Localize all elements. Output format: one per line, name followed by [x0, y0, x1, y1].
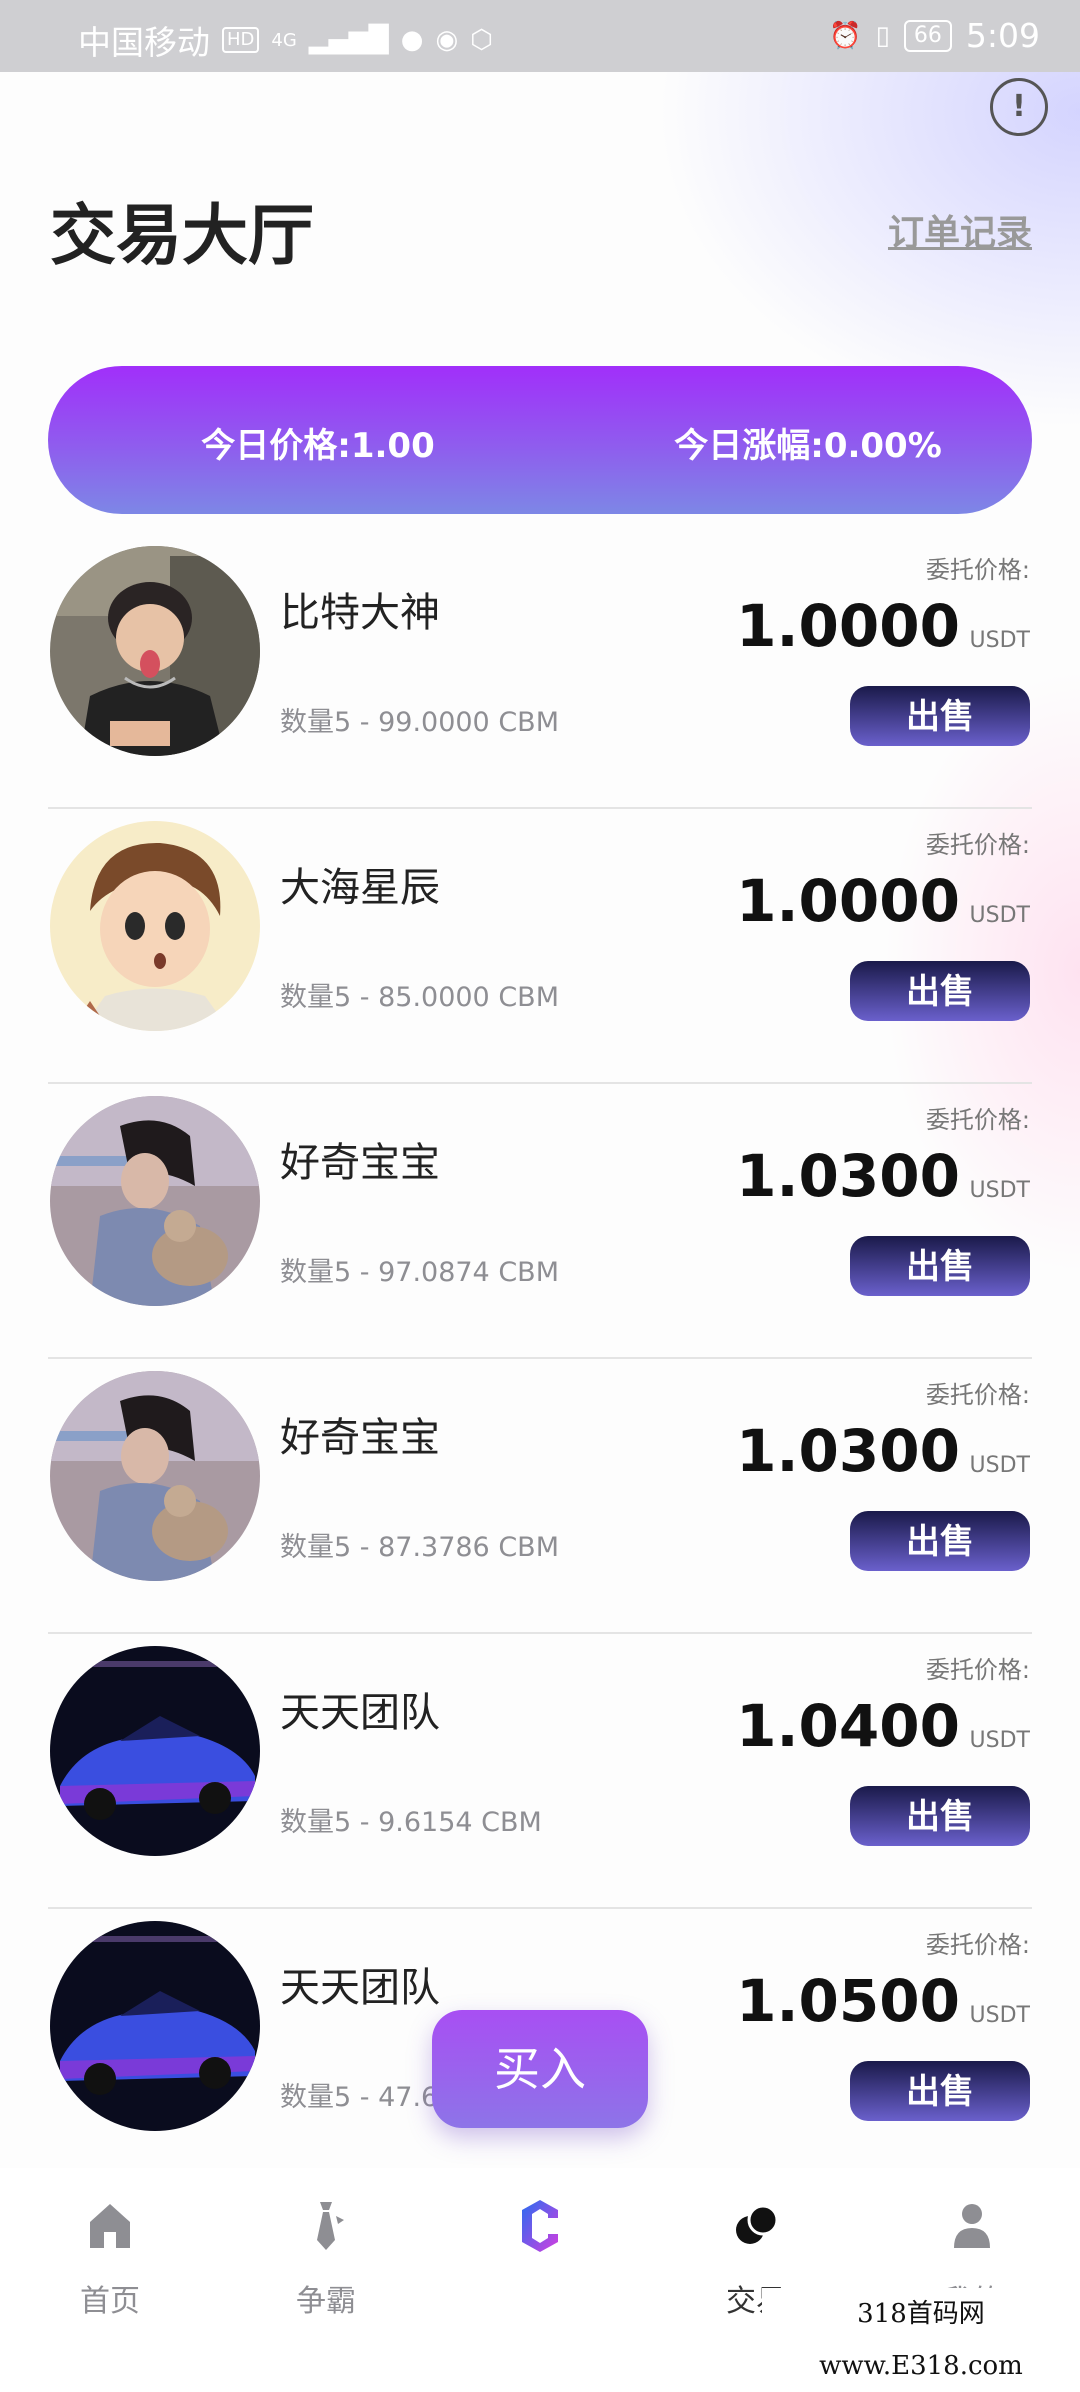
order-quantity: 数量5 - 47.61: [280, 2082, 456, 2113]
sell-button[interactable]: 出售: [850, 1236, 1030, 1296]
list-item: 大海星辰 数量5 - 85.0000 CBM 委托价格: 1.0000 USDT…: [48, 809, 1032, 1084]
order-quantity: 数量5 - 99.0000 CBM: [280, 707, 559, 738]
sell-button[interactable]: 出售: [850, 961, 1030, 1021]
avatar: [50, 1646, 260, 1856]
price-value: 1.0000: [736, 592, 960, 660]
price-label: 委托价格:: [925, 1931, 1030, 1959]
price-value: 1.0300: [736, 1142, 960, 1210]
today-price: 今日价格:1.00: [201, 426, 435, 466]
sell-button[interactable]: 出售: [850, 1511, 1030, 1571]
page-title: 交易大厅: [50, 197, 314, 274]
order-quantity: 数量5 - 9.6154 CBM: [280, 1807, 542, 1838]
alarm-icon: ⏰: [829, 20, 862, 51]
price-value: 1.0000: [736, 867, 960, 935]
price-unit: USDT: [969, 628, 1030, 653]
order-records-link[interactable]: 订单记录: [888, 204, 1032, 256]
order-list: 比特大神 数量5 - 99.0000 CBM 委托价格: 1.0000 USDT…: [48, 534, 1032, 2182]
price-label: 委托价格:: [925, 831, 1030, 859]
coins-icon: [736, 2204, 779, 2244]
wechat-icon: ◉: [435, 25, 459, 55]
list-item: 天天团队 数量5 - 9.6154 CBM 委托价格: 1.0400 USDT …: [48, 1634, 1032, 1909]
sell-button[interactable]: 出售: [850, 1786, 1030, 1846]
avatar: [50, 546, 260, 756]
price-unit: USDT: [969, 903, 1030, 928]
avatar: [50, 1371, 260, 1581]
trader-name: 好奇宝宝: [280, 1140, 440, 1186]
trader-name: 比特大神: [280, 590, 440, 636]
qq-icon: ●: [400, 25, 424, 55]
tie-icon: [317, 2202, 344, 2250]
buy-button[interactable]: 买入: [432, 2010, 648, 2128]
tab-logo[interactable]: [432, 2168, 648, 2340]
carrier-label: 中国移动: [78, 23, 210, 62]
avatar: [50, 1921, 260, 2131]
trader-name: 天天团队: [280, 1965, 440, 2011]
tab-home[interactable]: 首页: [2, 2168, 218, 2340]
home-icon: [90, 2204, 130, 2248]
price-value: 1.0400: [736, 1692, 960, 1760]
tab-contest[interactable]: 争霸: [218, 2168, 434, 2340]
trader-name: 好奇宝宝: [280, 1415, 440, 1461]
list-item: 好奇宝宝 数量5 - 87.3786 CBM 委托价格: 1.0300 USDT…: [48, 1359, 1032, 1634]
trader-name: 天天团队: [280, 1690, 440, 1736]
sell-button[interactable]: 出售: [850, 686, 1030, 746]
hd-badge: HD: [222, 27, 260, 53]
tab-label: 首页: [80, 2284, 140, 2319]
sell-button[interactable]: 出售: [850, 2061, 1030, 2121]
price-unit: USDT: [969, 2003, 1030, 2028]
list-item: 比特大神 数量5 - 99.0000 CBM 委托价格: 1.0000 USDT…: [48, 534, 1032, 809]
price-label: 委托价格:: [925, 1106, 1030, 1134]
battery-indicator: 66: [903, 19, 952, 52]
signal-icon: ▂▄▆█: [308, 25, 389, 55]
status-bar: 中国移动 HD 4G ▂▄▆█ ● ◉ ⬡ ⏰ ▯ 66 5:09: [0, 0, 1080, 72]
network-label: 4G: [271, 29, 297, 51]
price-unit: USDT: [969, 1453, 1030, 1478]
site-watermark: 318首码网 www.E318.com: [762, 2288, 1080, 2381]
price-label: 委托价格:: [925, 1381, 1030, 1409]
price-label: 委托价格:: [925, 1656, 1030, 1684]
price-unit: USDT: [969, 1178, 1030, 1203]
shield-icon: ⬡: [470, 25, 493, 55]
tab-label: 争霸: [296, 2284, 356, 2319]
vibrate-icon: ▯: [875, 20, 890, 51]
order-quantity: 数量5 - 85.0000 CBM: [280, 982, 559, 1013]
price-unit: USDT: [969, 1728, 1030, 1753]
info-icon[interactable]: !: [990, 78, 1048, 136]
avatar: [50, 821, 260, 1031]
price-label: 委托价格:: [925, 556, 1030, 584]
trader-name: 大海星辰: [280, 865, 440, 911]
today-change: 今日涨幅:0.00%: [674, 426, 942, 466]
order-quantity: 数量5 - 87.3786 CBM: [280, 1532, 559, 1563]
logo-c-icon: [522, 2200, 558, 2252]
price-value: 1.0300: [736, 1417, 960, 1485]
clock: 5:09: [965, 16, 1040, 55]
price-value: 1.0500: [736, 1967, 960, 2035]
price-banner: 今日价格:1.00 今日涨幅:0.00%: [48, 366, 1032, 514]
order-quantity: 数量5 - 97.0874 CBM: [280, 1257, 559, 1288]
user-icon: [954, 2204, 990, 2248]
list-item: 好奇宝宝 数量5 - 97.0874 CBM 委托价格: 1.0300 USDT…: [48, 1084, 1032, 1359]
avatar: [50, 1096, 260, 1306]
